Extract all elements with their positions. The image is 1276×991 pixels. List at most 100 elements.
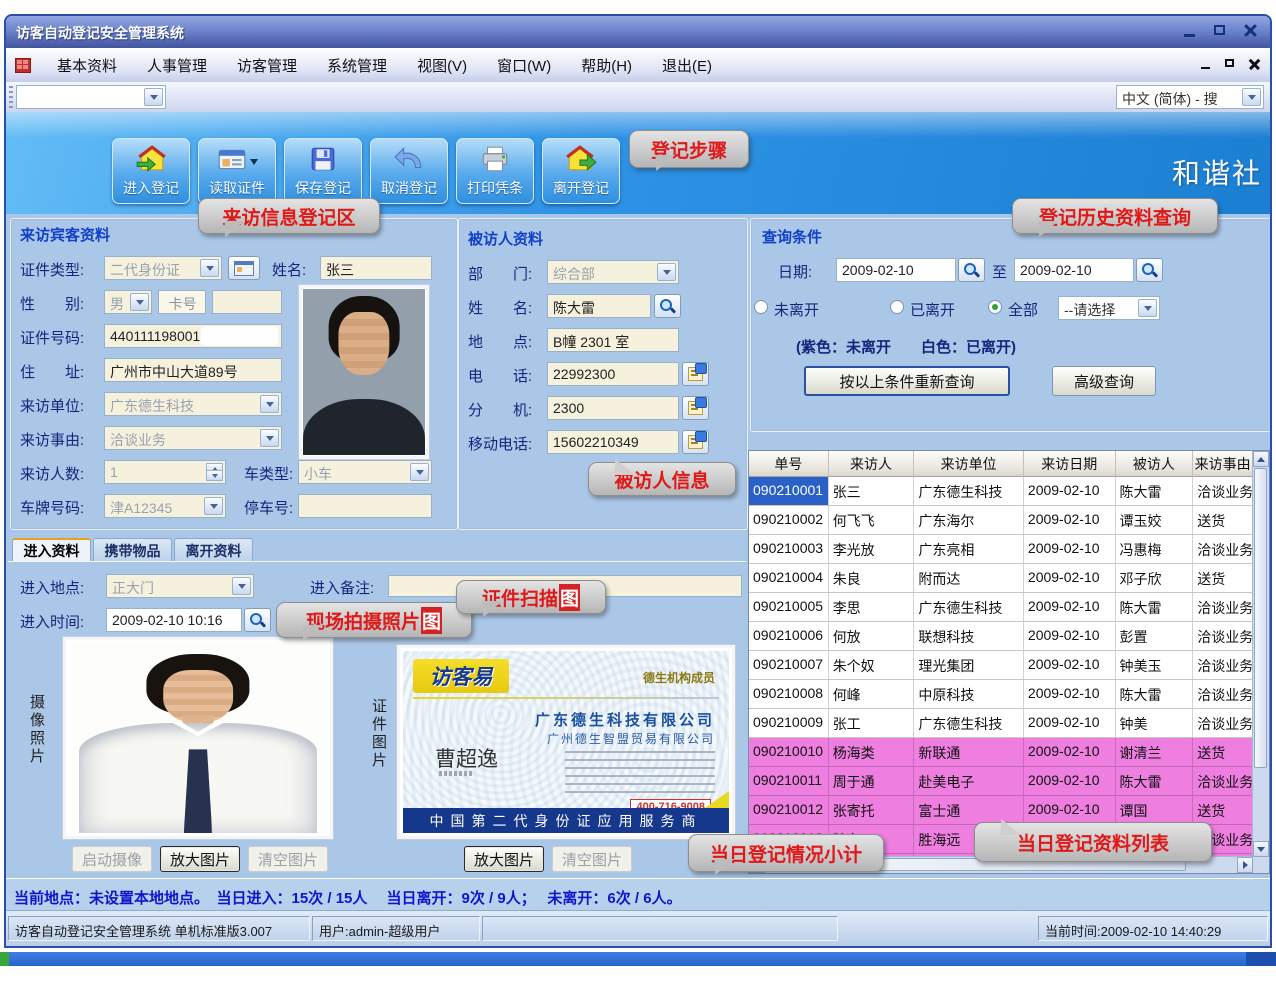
table-cell[interactable]: 090210010 — [749, 738, 829, 766]
table-cell[interactable]: 090210001 — [749, 477, 829, 505]
table-cell[interactable]: 周于通 — [829, 767, 915, 795]
spin-down-icon[interactable] — [206, 470, 223, 481]
menu-item[interactable]: 视图(V) — [402, 55, 482, 76]
chevron-down-icon[interactable] — [657, 263, 676, 281]
table-cell[interactable]: 广东海尔 — [914, 506, 1024, 534]
menu-item[interactable]: 系统管理 — [312, 55, 402, 76]
mdi-close-icon[interactable] — [1248, 58, 1262, 70]
radio-not-left-label[interactable]: 未离开 — [774, 299, 819, 320]
column-header[interactable]: 来访日期 — [1024, 451, 1116, 477]
table-row[interactable]: 090210005李思广东德生科技2009-02-10陈大雷洽谈业务 — [749, 593, 1253, 622]
menu-item[interactable]: 基本资料 — [42, 55, 132, 76]
vehicle-type-select[interactable]: 小车 — [298, 460, 432, 484]
table-cell[interactable]: 联想科技 — [914, 622, 1024, 650]
table-cell[interactable]: 广东德生科技 — [914, 477, 1024, 505]
radio-left[interactable] — [890, 300, 904, 314]
menu-item[interactable]: 访客管理 — [222, 55, 312, 76]
visitor-name-input[interactable]: 张三 — [320, 256, 432, 280]
radio-all[interactable] — [988, 300, 1002, 314]
visitee-search-button[interactable] — [654, 294, 681, 318]
table-cell[interactable]: 2009-02-10 — [1024, 506, 1116, 534]
table-cell[interactable]: 送货 — [1193, 506, 1253, 534]
table-cell[interactable]: 邓子欣 — [1116, 564, 1194, 592]
table-cell[interactable]: 谭玉姣 — [1116, 506, 1194, 534]
table-cell[interactable]: 2009-02-10 — [1024, 622, 1116, 650]
table-cell[interactable]: 2009-02-10 — [1024, 709, 1116, 737]
print-slip-button[interactable]: 打印凭条 — [456, 138, 534, 204]
date-to-picker-button[interactable] — [1136, 258, 1163, 282]
quick-combo[interactable] — [16, 85, 166, 109]
table-cell[interactable]: 2009-02-10 — [1024, 680, 1116, 708]
phone-input[interactable]: 22992300 — [547, 362, 679, 386]
gender-select[interactable]: 男 — [104, 290, 152, 314]
table-cell[interactable]: 洽谈业务 — [1193, 767, 1253, 795]
tab-carried-items[interactable]: 携带物品 — [93, 538, 172, 562]
table-cell[interactable]: 090210011 — [749, 767, 829, 795]
dial-ext-button[interactable] — [682, 396, 709, 420]
mdi-restore-icon[interactable] — [1224, 58, 1238, 70]
chevron-down-icon[interactable] — [410, 463, 429, 481]
zoom-camera-photo-button[interactable]: 放大图片 — [160, 846, 240, 872]
tab-entry-info[interactable]: 进入资料 — [12, 538, 91, 562]
column-header[interactable]: 来访单位 — [914, 451, 1024, 477]
card-no-input[interactable] — [212, 290, 282, 314]
table-cell[interactable]: 送货 — [1193, 564, 1253, 592]
table-cell[interactable]: 彭置 — [1116, 622, 1194, 650]
table-cell[interactable]: 送货 — [1193, 738, 1253, 766]
menu-item[interactable]: 退出(E) — [647, 55, 727, 76]
table-cell[interactable]: 李光放 — [829, 535, 915, 563]
table-cell[interactable]: 洽谈业务 — [1193, 622, 1253, 650]
dial-phone-button[interactable] — [682, 362, 709, 386]
table-row[interactable]: 090210009张工广东德生科技2009-02-10钟美洽谈业务 — [749, 709, 1253, 738]
table-cell[interactable]: 2009-02-10 — [1024, 564, 1116, 592]
table-cell[interactable]: 中原科技 — [914, 680, 1024, 708]
reason-select[interactable]: 洽谈业务 — [104, 426, 282, 450]
table-row[interactable]: 090210007朱个奴理光集团2009-02-10钟美玉洽谈业务 — [749, 651, 1253, 680]
table-cell[interactable]: 090210004 — [749, 564, 829, 592]
table-cell[interactable]: 洽谈业务 — [1193, 593, 1253, 621]
table-cell[interactable]: 附而达 — [914, 564, 1024, 592]
dept-select[interactable]: 综合部 — [547, 260, 679, 284]
table-cell[interactable]: 洽谈业务 — [1193, 709, 1253, 737]
table-cell[interactable]: 杨海类 — [829, 738, 915, 766]
chevron-down-icon[interactable] — [1242, 88, 1261, 106]
start-camera-button[interactable]: 启动摄像 — [72, 846, 152, 872]
advanced-query-button[interactable]: 高级查询 — [1052, 366, 1156, 396]
query-select[interactable]: --请选择 — [1058, 296, 1160, 320]
table-row[interactable]: 090210011周于通赴美电子2009-02-10陈大雷洽谈业务 — [749, 767, 1253, 796]
table-cell[interactable]: 2009-02-10 — [1024, 796, 1116, 824]
chevron-down-icon[interactable] — [144, 88, 163, 106]
table-cell[interactable]: 2009-02-10 — [1024, 767, 1116, 795]
table-cell[interactable]: 理光集团 — [914, 651, 1024, 679]
column-header[interactable]: 来访事由 — [1193, 451, 1253, 477]
table-cell[interactable]: 朱个奴 — [829, 651, 915, 679]
ext-input[interactable]: 2300 — [547, 396, 679, 420]
entry-place-select[interactable]: 正大门 — [106, 574, 254, 598]
menu-item[interactable]: 帮助(H) — [566, 55, 647, 76]
table-cell[interactable]: 李思 — [829, 593, 915, 621]
scroll-up-icon[interactable] — [1253, 451, 1269, 467]
table-cell[interactable]: 2009-02-10 — [1024, 738, 1116, 766]
table-cell[interactable]: 洽谈业务 — [1193, 680, 1253, 708]
clear-camera-photo-button[interactable]: 清空图片 — [248, 846, 328, 872]
read-card-button[interactable]: 读取证件 — [198, 138, 276, 204]
table-row[interactable]: 090210010杨海类新联通2009-02-10谢清兰送货 — [749, 738, 1253, 767]
table-cell[interactable]: 陈大雷 — [1116, 767, 1194, 795]
table-cell[interactable]: 2009-02-10 — [1024, 593, 1116, 621]
minimize-icon[interactable] — [1182, 24, 1200, 38]
chevron-down-icon[interactable] — [260, 395, 279, 413]
card-reader-button[interactable] — [228, 256, 260, 280]
zoom-card-image-button[interactable]: 放大图片 — [464, 846, 544, 872]
company-select[interactable]: 广东德生科技 — [104, 392, 282, 416]
entry-time-input[interactable]: 2009-02-10 10:16 — [106, 608, 242, 632]
table-cell[interactable]: 090210007 — [749, 651, 829, 679]
radio-left-label[interactable]: 已离开 — [910, 299, 955, 320]
menu-item[interactable]: 人事管理 — [132, 55, 222, 76]
date-to-input[interactable]: 2009-02-10 — [1014, 258, 1134, 282]
cert-no-input[interactable]: 4401111980010 — [104, 324, 282, 348]
column-header[interactable]: 被访人 — [1116, 451, 1194, 477]
radio-all-label[interactable]: 全部 — [1008, 299, 1038, 320]
table-row[interactable]: 090210001张三广东德生科技2009-02-10陈大雷洽谈业务 — [749, 477, 1253, 506]
table-row[interactable]: 090210003李光放广东亮相2009-02-10冯惠梅洽谈业务 — [749, 535, 1253, 564]
chevron-down-icon[interactable] — [200, 259, 219, 277]
